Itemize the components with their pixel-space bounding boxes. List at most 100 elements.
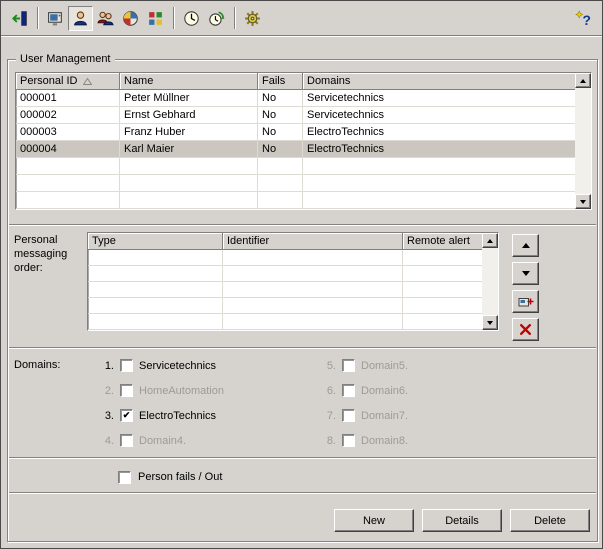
table-cell: No bbox=[258, 124, 303, 141]
add-device-button[interactable] bbox=[512, 290, 539, 313]
table-cell: Servicetechnics bbox=[303, 107, 575, 124]
messaging-table-main: Type Identifier Remote alert bbox=[88, 233, 482, 330]
scroll-track[interactable] bbox=[575, 88, 591, 194]
table-cell: No bbox=[258, 107, 303, 124]
domain-number: 7. bbox=[322, 410, 336, 422]
table-row-empty[interactable] bbox=[88, 250, 482, 266]
table-cell: 000003 bbox=[16, 124, 120, 141]
domain-number: 5. bbox=[322, 360, 336, 372]
column-header-name[interactable]: Name bbox=[120, 73, 258, 90]
table-row-empty[interactable] bbox=[88, 314, 482, 330]
help-icon[interactable]: ? bbox=[571, 6, 596, 31]
user-table-body: 000001Peter MüllnerNoServicetechnics0000… bbox=[16, 90, 575, 209]
column-header-domains[interactable]: Domains bbox=[303, 73, 575, 90]
details-button[interactable]: Details bbox=[422, 509, 502, 532]
new-button[interactable]: New bbox=[334, 509, 414, 532]
move-down-button[interactable] bbox=[512, 262, 539, 285]
sort-asc-icon bbox=[83, 78, 92, 85]
column-label: Name bbox=[124, 75, 153, 87]
toolbar-separator bbox=[173, 7, 174, 29]
table-cell bbox=[223, 282, 403, 298]
domain-option-row: 7. Domain7. bbox=[322, 403, 408, 428]
section-separator bbox=[9, 492, 596, 494]
user-group-icon[interactable] bbox=[93, 6, 118, 31]
column-header-remote-alert[interactable]: Remote alert bbox=[403, 233, 482, 250]
column-header-identifier[interactable]: Identifier bbox=[223, 233, 403, 250]
column-header-personal-id[interactable]: Personal ID bbox=[16, 73, 120, 90]
table-row[interactable]: 000002Ernst GebhardNoServicetechnics bbox=[16, 107, 575, 124]
table-cell bbox=[88, 298, 223, 314]
table-row-empty[interactable] bbox=[88, 266, 482, 282]
section-separator bbox=[9, 457, 596, 459]
column-label: Identifier bbox=[227, 235, 269, 247]
messaging-table-header: Type Identifier Remote alert bbox=[88, 233, 482, 250]
table-cell bbox=[403, 298, 482, 314]
user-table: Personal ID Name Fails Domains 000001Pet… bbox=[15, 72, 592, 210]
domain-checkbox[interactable] bbox=[120, 359, 133, 372]
column-header-type[interactable]: Type bbox=[88, 233, 223, 250]
table-cell bbox=[88, 282, 223, 298]
table-cell: No bbox=[258, 90, 303, 107]
modules-icon[interactable] bbox=[143, 6, 168, 31]
table-row-empty[interactable] bbox=[16, 158, 575, 175]
arrow-up-icon bbox=[487, 236, 493, 243]
table-cell bbox=[16, 175, 120, 192]
table-cell: 000002 bbox=[16, 107, 120, 124]
table-row-empty[interactable] bbox=[16, 192, 575, 209]
scroll-up-icon[interactable] bbox=[575, 73, 591, 88]
person-fails-label: Person fails / Out bbox=[138, 471, 222, 483]
column-label: Type bbox=[92, 235, 116, 247]
table-cell: Peter Müllner bbox=[120, 90, 258, 107]
arrow-down-icon bbox=[580, 200, 586, 207]
gear-icon[interactable] bbox=[240, 6, 265, 31]
table-cell bbox=[223, 298, 403, 314]
messaging-order-label: Personal messaging order: bbox=[14, 233, 86, 275]
table-row[interactable]: 000003Franz HuberNoElectroTechnics bbox=[16, 124, 575, 141]
clock-icon[interactable] bbox=[179, 6, 204, 31]
delete-entry-button[interactable] bbox=[512, 318, 539, 341]
user-management-icon[interactable] bbox=[68, 6, 93, 31]
logout-icon[interactable] bbox=[7, 6, 32, 31]
table-cell bbox=[223, 250, 403, 266]
group-title: User Management bbox=[16, 52, 115, 66]
domain-checkbox bbox=[120, 384, 133, 397]
person-fails-checkbox[interactable] bbox=[118, 471, 131, 484]
table-cell: Karl Maier bbox=[120, 141, 258, 158]
domain-label: Domain7. bbox=[361, 410, 408, 422]
table-cell bbox=[258, 158, 303, 175]
table-row[interactable]: 000004Karl MaierNoElectroTechnics bbox=[16, 141, 575, 158]
table-row-empty[interactable] bbox=[16, 175, 575, 192]
toolbar-separator bbox=[37, 7, 38, 29]
domain-checkbox bbox=[342, 359, 355, 372]
toolbar: ? bbox=[1, 1, 602, 36]
scroll-down-icon[interactable] bbox=[575, 194, 591, 209]
table-row-empty[interactable] bbox=[88, 298, 482, 314]
table-cell bbox=[403, 266, 482, 282]
domain-option-row: 2.HomeAutomation bbox=[100, 378, 224, 403]
svg-text:?: ? bbox=[582, 11, 590, 26]
scroll-up-icon[interactable] bbox=[482, 233, 498, 248]
domain-option-row: 6.Domain6. bbox=[322, 378, 408, 403]
table-row[interactable]: 000001Peter MüllnerNoServicetechnics bbox=[16, 90, 575, 107]
table-cell bbox=[223, 314, 403, 330]
domain-number: 4. bbox=[100, 435, 114, 447]
scroll-down-icon[interactable] bbox=[482, 315, 498, 330]
time-schedule-icon[interactable] bbox=[204, 6, 229, 31]
domains-col-right: 5.Domain5.6.Domain6.7.Domain7.8.Domain8. bbox=[322, 353, 408, 453]
red-x-icon bbox=[519, 323, 532, 336]
column-header-fails[interactable]: Fails bbox=[258, 73, 303, 90]
badge-reader-icon[interactable] bbox=[43, 6, 68, 31]
table-cell bbox=[223, 266, 403, 282]
delete-button[interactable]: Delete bbox=[510, 509, 590, 532]
move-up-button[interactable] bbox=[512, 234, 539, 257]
globe-icon[interactable] bbox=[118, 6, 143, 31]
table-row-empty[interactable] bbox=[88, 282, 482, 298]
domain-checkbox[interactable]: ✔ bbox=[120, 409, 133, 422]
table-cell bbox=[88, 250, 223, 266]
scroll-track[interactable] bbox=[482, 248, 498, 315]
domain-checkbox bbox=[342, 384, 355, 397]
domain-number: 1. bbox=[100, 360, 114, 372]
domain-label: Domain6. bbox=[361, 385, 408, 397]
section-separator bbox=[9, 224, 596, 226]
table-cell bbox=[88, 314, 223, 330]
